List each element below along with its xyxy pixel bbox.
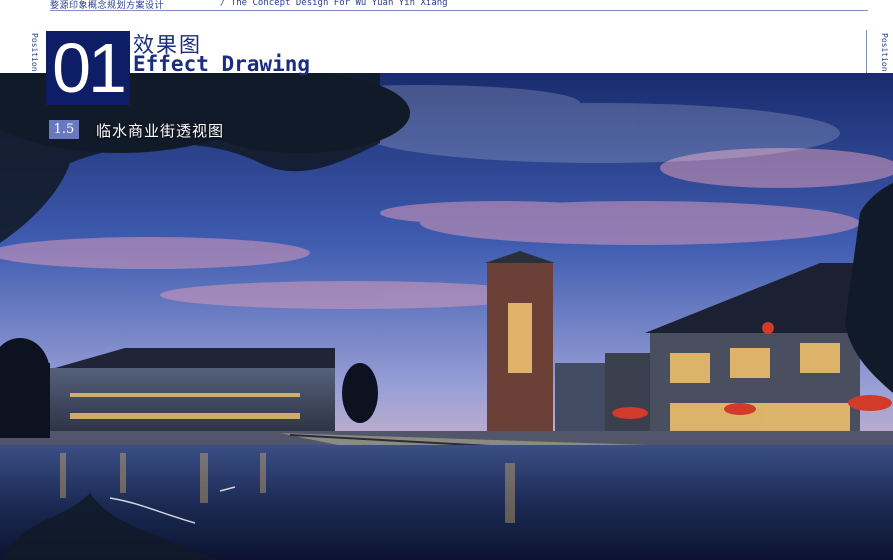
- rendering-image: [0, 73, 893, 560]
- chapter-number-box: 01: [46, 31, 130, 105]
- section-caption: 临水商业街透视图: [96, 122, 225, 140]
- chapter-number: 01: [52, 29, 127, 107]
- page-title-en: Effect Drawing: [133, 52, 311, 76]
- project-title-en: / The Concept Design For Wu Yuan Yin Xia…: [220, 0, 448, 8]
- section-badge: 1.5: [49, 120, 79, 139]
- side-label-left: Position|: [30, 33, 39, 77]
- top-bar: 婺源印象概念规划方案设计 / The Concept Design For Wu…: [0, 0, 893, 12]
- top-divider: [50, 10, 868, 11]
